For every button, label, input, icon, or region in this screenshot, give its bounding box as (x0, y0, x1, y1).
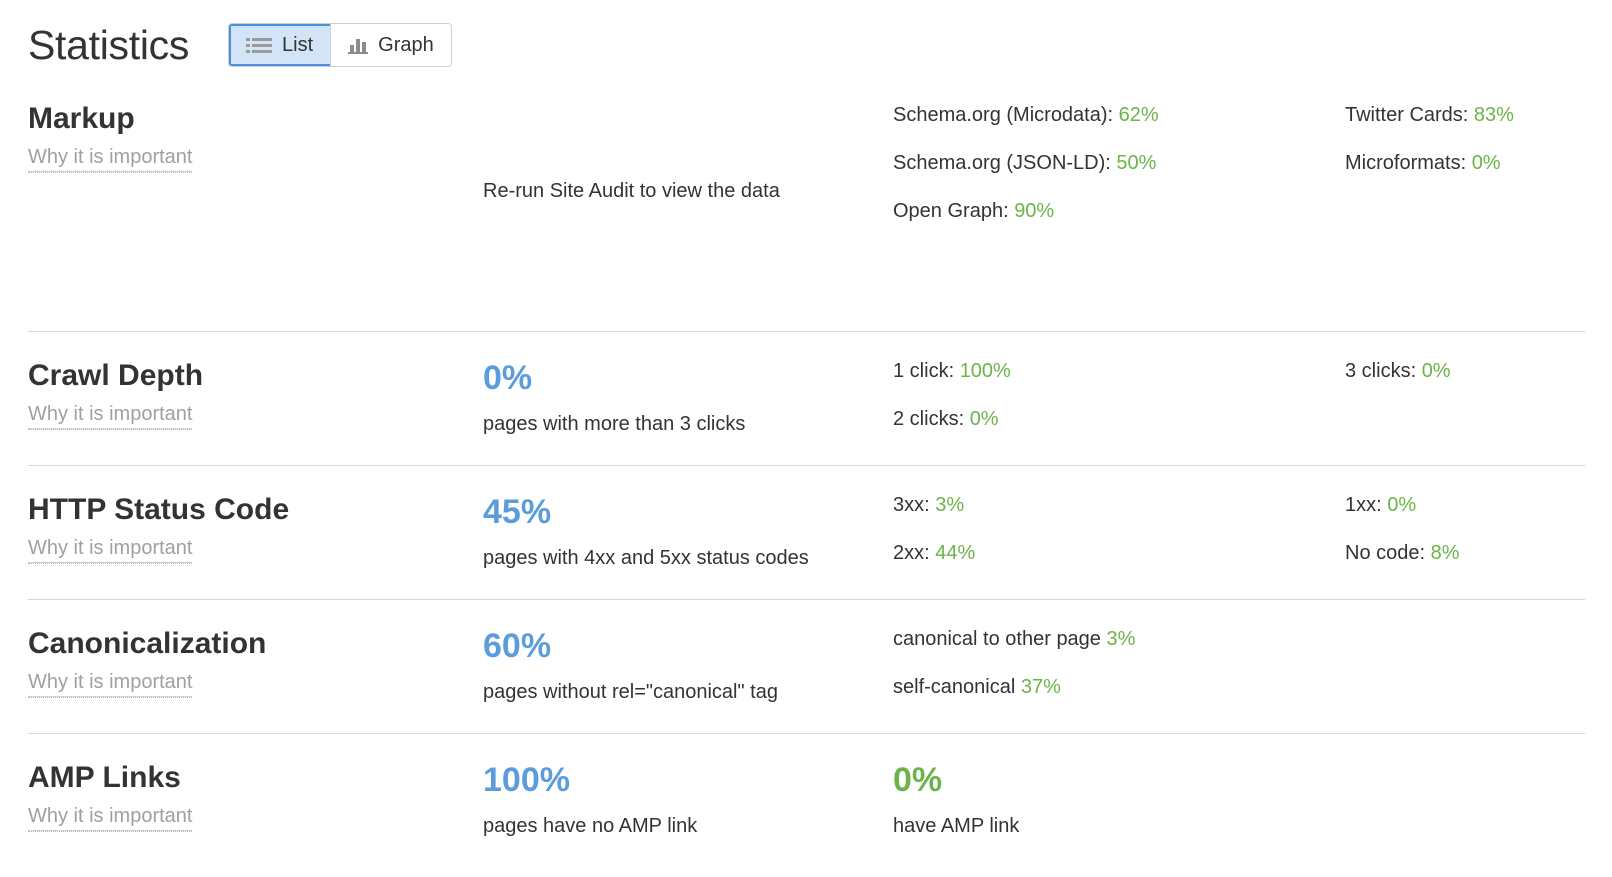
row-title: AMP Links (28, 761, 181, 794)
metric-value: 44% (935, 542, 976, 564)
metric-value: 90% (1014, 200, 1055, 222)
row-metrics-col-b: 1xx: 0% No code: 8% (1345, 465, 1584, 563)
list-item: Twitter Cards: 83% (1345, 105, 1584, 125)
list-item: 1xx: 0% (1345, 495, 1584, 515)
primary-metric-label: pages without rel="canonical" tag (483, 681, 778, 703)
list-item: Microformats: 0% (1345, 153, 1584, 173)
view-toggle-graph-label: Graph (378, 33, 434, 56)
metric-value: 83% (1473, 104, 1514, 126)
metric-value: 62% (1118, 104, 1159, 126)
row-metrics-col-a: 1 click: 100% 2 clicks: 0% (893, 331, 1345, 429)
metric-value: 0% (1387, 494, 1417, 516)
metric-value: 100% (959, 360, 1011, 382)
primary-metric-label: pages with 4xx and 5xx status codes (483, 547, 809, 569)
row-main-cell: 60% pages without rel="canonical" tag (483, 599, 893, 705)
why-it-is-important-link[interactable]: Why it is important (28, 667, 193, 698)
row-main-cell: Re-run Site Audit to view the data (483, 74, 893, 203)
row-title: Crawl Depth (28, 359, 204, 392)
list-item: canonical to other page 3% (893, 629, 1345, 649)
metric-label: 1xx: (1345, 494, 1382, 516)
row-metrics-col-a: canonical to other page 3% self-canonica… (893, 599, 1345, 697)
row-main-cell: 0% pages with more than 3 clicks (483, 331, 893, 437)
table-row: HTTP Status Code Why it is important 45%… (0, 465, 1612, 599)
table-row: Markup Why it is important Re-run Site A… (0, 74, 1612, 331)
list-item: 2 clicks: 0% (893, 409, 1345, 429)
list-item: 3 clicks: 0% (1345, 361, 1584, 381)
metric-value: 37% (1020, 676, 1061, 698)
metric-value: 0% (1471, 152, 1501, 174)
row-title: HTTP Status Code (28, 493, 290, 526)
list-item: Schema.org (JSON-LD): 50% (893, 153, 1345, 173)
row-metrics-col-b (1345, 599, 1584, 629)
row-metrics-col-a: Schema.org (Microdata): 62% Schema.org (… (893, 74, 1345, 221)
metric-label: 2xx: (893, 542, 930, 564)
row-name-cell: AMP Links Why it is important (28, 733, 483, 832)
row-main-cell: 45% pages with 4xx and 5xx status codes (483, 465, 893, 571)
primary-metric-value: 45% (483, 493, 552, 531)
metric-value: 8% (1430, 542, 1460, 564)
metric-label: 2 clicks: (893, 408, 965, 430)
row-metrics-col-b (1345, 733, 1584, 763)
primary-metric-value: 0% (483, 359, 533, 397)
row-name-cell: HTTP Status Code Why it is important (28, 465, 483, 564)
metric-label: 3xx: (893, 494, 930, 516)
metric-label: 3 clicks: (1345, 360, 1417, 382)
list-item: Schema.org (Microdata): 62% (893, 105, 1345, 125)
row-note: Re-run Site Audit to view the data (483, 180, 780, 202)
metric-value: 3% (935, 494, 965, 516)
row-main-cell: 100% pages have no AMP link (483, 733, 893, 839)
metric-label: Twitter Cards: (1345, 104, 1469, 126)
row-metrics-col-b: 3 clicks: 0% (1345, 331, 1584, 381)
row-secondary-metric-cell: 0% have AMP link (893, 733, 1345, 839)
why-it-is-important-link[interactable]: Why it is important (28, 801, 193, 832)
why-it-is-important-link[interactable]: Why it is important (28, 142, 193, 173)
metric-value: 50% (1116, 152, 1157, 174)
list-item: self-canonical 37% (893, 677, 1345, 697)
metric-value: 3% (1106, 628, 1136, 650)
view-toggle-list-label: List (282, 33, 314, 56)
metric-label: Open Graph: (893, 200, 1009, 222)
statistics-page: Statistics List Graph Markup Why it is i… (0, 0, 1612, 837)
list-item: 1 click: 100% (893, 361, 1345, 381)
metric-label: Microformats: (1345, 152, 1467, 174)
metric-label: Schema.org (Microdata): (893, 104, 1114, 126)
table-row: AMP Links Why it is important 100% pages… (0, 733, 1612, 877)
page-header: Statistics List Graph (0, 0, 1612, 74)
primary-metric-label: pages with more than 3 clicks (483, 413, 746, 435)
why-it-is-important-link[interactable]: Why it is important (28, 533, 193, 564)
statistics-rows: Markup Why it is important Re-run Site A… (0, 74, 1612, 877)
row-metrics-col-a: 3xx: 3% 2xx: 44% (893, 465, 1345, 563)
row-title: Markup (28, 102, 135, 135)
metric-label: self-canonical (893, 676, 1016, 698)
list-icon (246, 37, 273, 53)
list-item: 3xx: 3% (893, 495, 1345, 515)
row-name-cell: Markup Why it is important (28, 74, 483, 173)
row-name-cell: Canonicalization Why it is important (28, 599, 483, 698)
metric-value: 0% (1421, 360, 1451, 382)
why-it-is-important-link[interactable]: Why it is important (28, 399, 193, 430)
secondary-metric-value: 0% (893, 761, 943, 799)
table-row: Crawl Depth Why it is important 0% pages… (0, 331, 1612, 465)
metric-label: No code: (1345, 542, 1426, 564)
view-toggle-list[interactable]: List (229, 24, 332, 66)
view-toggle-group: List Graph (228, 23, 452, 67)
primary-metric-label: pages have no AMP link (483, 815, 698, 837)
page-title: Statistics (28, 21, 190, 68)
view-toggle-graph[interactable]: Graph (331, 24, 451, 66)
row-title: Canonicalization (28, 627, 267, 660)
metric-label: 1 click: (893, 360, 955, 382)
list-item: No code: 8% (1345, 543, 1584, 563)
list-item: Open Graph: 90% (893, 201, 1345, 221)
metric-label: canonical to other page (893, 628, 1101, 650)
metric-label: Schema.org (JSON-LD): (893, 152, 1111, 174)
primary-metric-value: 60% (483, 627, 552, 665)
bar-chart-icon (348, 37, 369, 54)
secondary-metric-label: have AMP link (893, 815, 1020, 837)
list-item: 2xx: 44% (893, 543, 1345, 563)
row-metrics-col-b: Twitter Cards: 83% Microformats: 0% (1345, 74, 1584, 173)
table-row: Canonicalization Why it is important 60%… (0, 599, 1612, 733)
primary-metric-value: 100% (483, 761, 570, 799)
metric-value: 0% (969, 408, 999, 430)
row-name-cell: Crawl Depth Why it is important (28, 331, 483, 430)
